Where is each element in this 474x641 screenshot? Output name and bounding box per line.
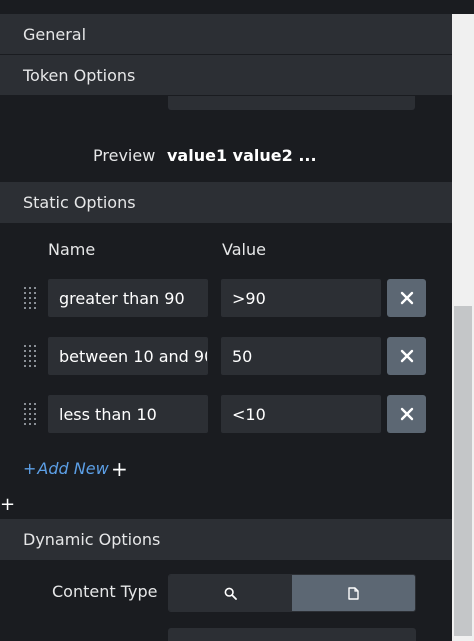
option-value-input[interactable]: 50	[221, 337, 381, 375]
close-icon	[400, 407, 413, 421]
drag-handle-icon[interactable]	[23, 344, 37, 368]
column-header-value: Value	[222, 240, 266, 259]
section-header-static-options[interactable]: Static Options	[0, 182, 452, 224]
plus-icon: +	[0, 494, 16, 515]
section-header-general[interactable]: General	[0, 14, 452, 55]
static-option-row: less than 10 <10	[0, 395, 452, 433]
content-type-search-button[interactable]	[169, 575, 292, 611]
section-header-token-options[interactable]: Token Options	[0, 55, 452, 96]
remove-option-button[interactable]	[387, 279, 426, 317]
preview-value: value1 value2 ...	[167, 146, 317, 165]
token-options-body: Preview value1 value2 ...	[0, 96, 452, 182]
add-plus-icon: +	[23, 459, 37, 478]
search-string-input[interactable]	[168, 628, 416, 641]
section-title-static-options: Static Options	[23, 193, 136, 212]
search-icon	[224, 587, 237, 600]
content-type-file-button[interactable]	[292, 575, 415, 611]
scrollbar-thumb[interactable]	[454, 306, 472, 636]
preview-label: Preview	[93, 146, 156, 165]
option-value-input[interactable]: <10	[221, 395, 381, 433]
remove-option-button[interactable]	[387, 337, 426, 375]
option-name-input[interactable]: between 10 and 90	[48, 337, 208, 375]
close-icon	[400, 349, 413, 363]
section-title-general: General	[23, 24, 87, 44]
drag-handle-icon[interactable]	[23, 286, 37, 310]
static-option-row: between 10 and 90 50	[0, 337, 452, 375]
static-option-row: greater than 90 >90	[0, 279, 452, 317]
token-input-field[interactable]	[168, 96, 415, 110]
option-value-input[interactable]: >90	[221, 279, 381, 317]
content-type-toggle	[168, 574, 416, 612]
add-new-link[interactable]: + Add New	[23, 459, 109, 478]
file-icon	[348, 586, 359, 600]
section-title-dynamic-options: Dynamic Options	[23, 530, 161, 549]
column-header-name: Name	[48, 240, 96, 259]
remove-option-button[interactable]	[387, 395, 426, 433]
add-new-label: Add New	[37, 459, 109, 478]
section-header-dynamic-options[interactable]: Dynamic Options	[0, 519, 452, 561]
option-name-input[interactable]: less than 10	[48, 395, 208, 433]
drag-handle-icon[interactable]	[23, 402, 37, 426]
content-type-label: Content Type	[52, 582, 158, 601]
options-panel: General Token Options Preview value1 val…	[0, 0, 452, 641]
add-new-plus-icon[interactable]: +	[111, 457, 128, 481]
option-name-input[interactable]: greater than 90	[48, 279, 208, 317]
close-icon	[400, 291, 413, 305]
section-title-token-options: Token Options	[23, 65, 136, 85]
